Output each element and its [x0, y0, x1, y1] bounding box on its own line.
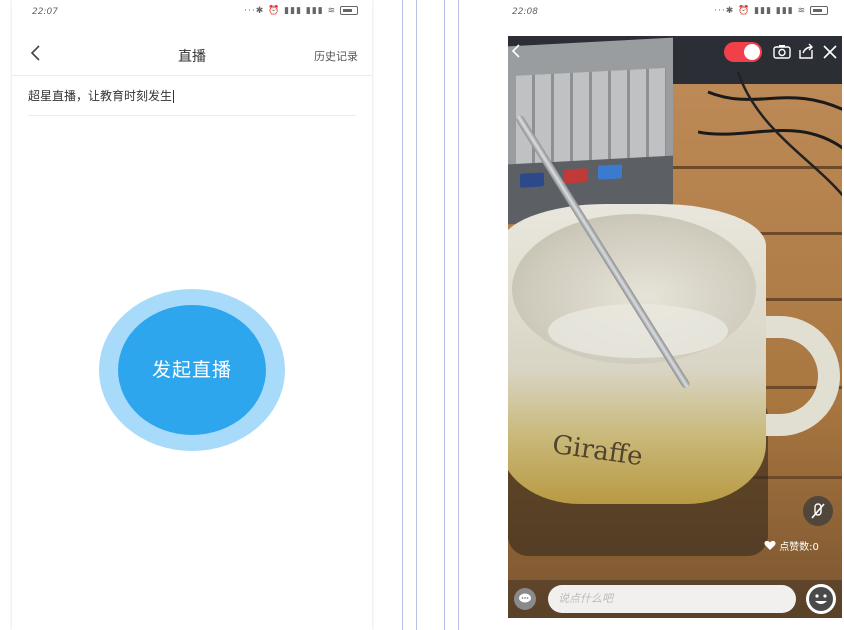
video-cables: [698, 72, 842, 197]
close-back-icon[interactable]: [510, 42, 522, 60]
start-live-button[interactable]: 发起直播: [118, 305, 266, 435]
history-button[interactable]: 历史记录: [314, 48, 358, 64]
live-toggle-switch[interactable]: [724, 42, 762, 62]
live-stream-screen: 22:08 ···✱ ⏰ ▮▮▮ ▮▮▮ ≋ Giraffe 点赞数:0 说点什…: [492, 0, 842, 630]
status-bar: 22:08 ···✱ ⏰ ▮▮▮ ▮▮▮ ≋: [492, 6, 842, 22]
mic-off-icon: [811, 503, 825, 519]
status-bar: 22:07 ···✱ ⏰ ▮▮▮ ▮▮▮ ≋: [12, 6, 372, 22]
close-icon[interactable]: [820, 42, 840, 62]
live-setup-screen: 22:07 ···✱ ⏰ ▮▮▮ ▮▮▮ ≋ 直播 历史记录 超星直播，让教育时…: [12, 0, 372, 630]
likes-counter: 点赞数:0: [764, 538, 819, 553]
battery-icon: [810, 6, 828, 15]
status-icons: ···✱ ⏰ ▮▮▮ ▮▮▮ ≋: [714, 6, 828, 16]
battery-icon: [340, 6, 358, 15]
camera-switch-icon[interactable]: [772, 42, 792, 62]
emoji-icon[interactable]: [806, 584, 836, 614]
comment-input[interactable]: 说点什么吧: [548, 585, 796, 613]
divider-line: [444, 0, 445, 630]
text-caret: [173, 90, 175, 103]
divider-line: [416, 0, 417, 630]
status-time: 22:07: [32, 7, 58, 17]
heart-icon: [764, 540, 776, 550]
comment-bar: 说点什么吧: [508, 580, 842, 618]
share-icon[interactable]: [796, 42, 816, 62]
live-video-feed: Giraffe 点赞数:0 说点什么吧: [508, 36, 842, 618]
chat-bubble-icon[interactable]: [514, 588, 536, 610]
divider-line: [458, 0, 459, 630]
status-icons: ···✱ ⏰ ▮▮▮ ▮▮▮ ≋: [244, 6, 358, 16]
live-title-text: 超星直播，让教育时刻发生: [28, 89, 173, 103]
mute-microphone-button[interactable]: [803, 496, 833, 526]
divider-line: [402, 0, 403, 630]
nav-bar: 直播 历史记录: [12, 36, 372, 76]
likes-label: 点赞数:0: [779, 542, 819, 553]
live-title-input[interactable]: 超星直播，让教育时刻发生: [28, 80, 356, 116]
video-laptop: [508, 37, 673, 225]
status-time: 22:08: [512, 7, 538, 17]
